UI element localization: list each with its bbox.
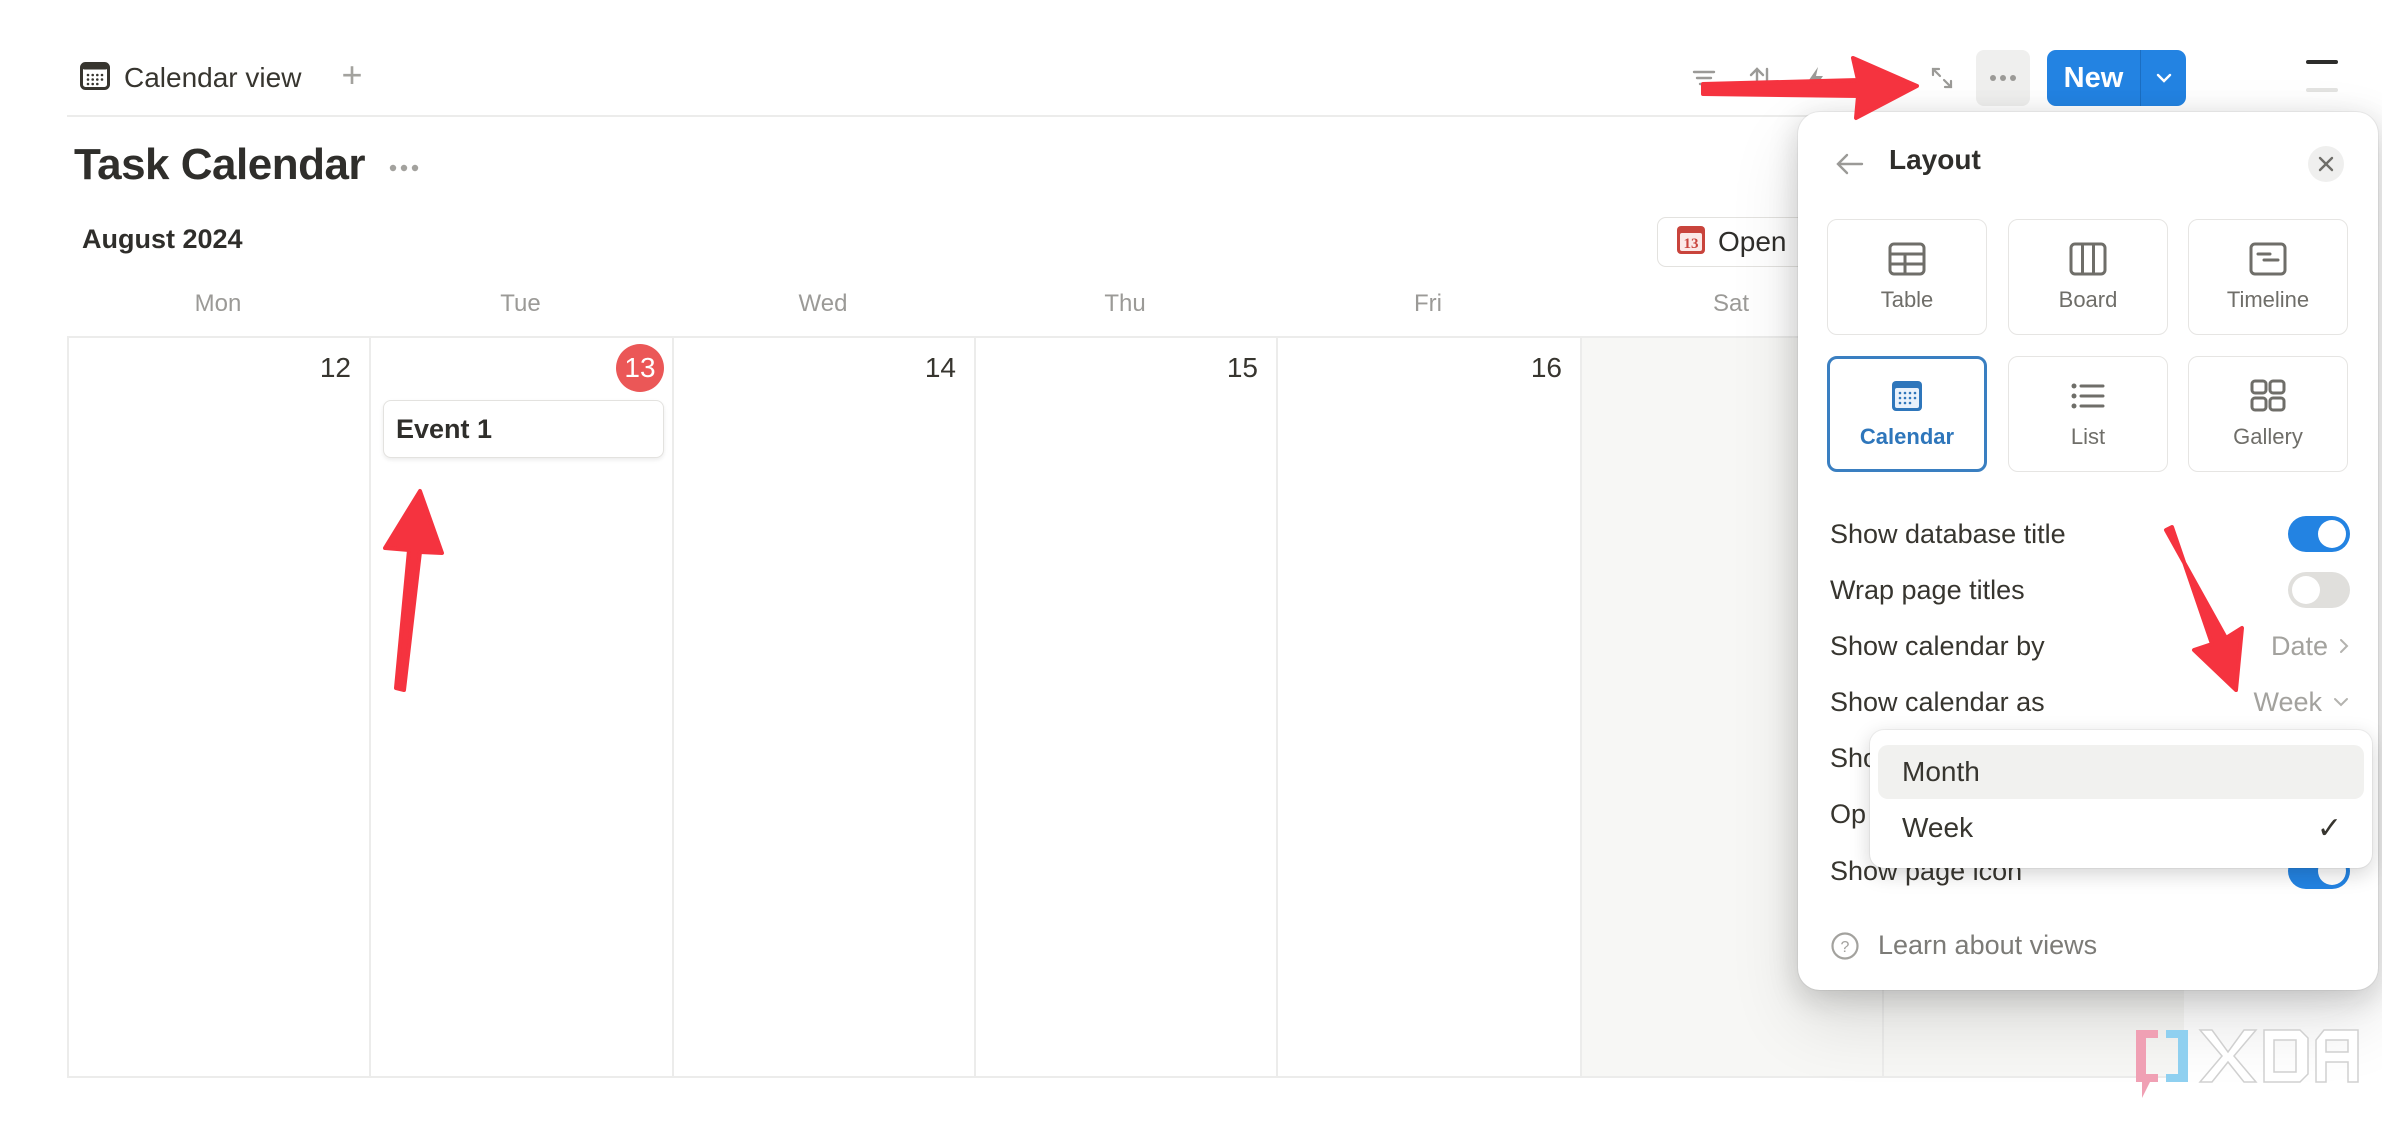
wrap-page-titles-toggle[interactable]: [2288, 572, 2350, 608]
day-header-thu: Thu: [1104, 290, 1146, 317]
dropdown-option-week[interactable]: Week ✓: [1878, 801, 2364, 855]
table-icon: [1888, 242, 1926, 276]
more-horizontal-icon: [389, 164, 419, 172]
check-icon: ✓: [2316, 811, 2342, 845]
new-options-button[interactable]: [2140, 50, 2186, 106]
list-icon: [2071, 383, 2105, 409]
setting-show-calendar-by[interactable]: Show calendar by Date: [1830, 624, 2350, 668]
menu-line-icon: [2306, 88, 2338, 92]
calendar-icon: [1892, 381, 1922, 411]
xda-logo: [2136, 1029, 2359, 1098]
layout-option-label: List: [2070, 424, 2106, 449]
layout-option-table[interactable]: Table: [1827, 219, 1987, 335]
day-cell-fri[interactable]: 16: [1278, 338, 1582, 1076]
calendar-as-dropdown: Month Week ✓: [1870, 730, 2372, 868]
day-cell-mon[interactable]: 12: [69, 338, 371, 1076]
expand-icon: [1931, 67, 1953, 89]
search-button[interactable]: [1856, 58, 1896, 98]
day-header-fri: Fri: [1414, 290, 1442, 317]
setting-label: Wrap page titles: [1830, 574, 2025, 605]
day-number: 14: [924, 352, 956, 383]
day-number: 16: [1530, 352, 1562, 383]
day-number: 12: [319, 352, 351, 383]
calendar-date-icon: 13: [1676, 225, 1706, 260]
close-button[interactable]: [2308, 146, 2344, 182]
learn-about-views-link[interactable]: ? Learn about views: [1830, 930, 2097, 961]
close-icon: [2318, 156, 2334, 172]
help-icon: ?: [1831, 931, 1859, 960]
panel-title: Layout: [1889, 144, 1981, 175]
month-label: August 2024: [82, 224, 243, 254]
sort-button[interactable]: [1741, 58, 1781, 98]
tab-label: Calendar view: [124, 62, 302, 93]
sort-icon: [1749, 67, 1769, 89]
layout-option-list[interactable]: List: [2008, 356, 2168, 472]
setting-wrap-page-titles[interactable]: Wrap page titles: [1830, 568, 2350, 612]
layout-option-board[interactable]: Board: [2008, 219, 2168, 335]
day-header-mon: Mon: [194, 290, 242, 317]
setting-show-calendar-as[interactable]: Show calendar as Week: [1830, 680, 2350, 724]
day-cell-thu[interactable]: 15: [976, 338, 1278, 1076]
show-database-title-toggle[interactable]: [2288, 516, 2350, 552]
lightning-icon: [1809, 67, 1823, 89]
setting-label: Show database title: [1830, 518, 2066, 549]
layout-option-gallery[interactable]: Gallery: [2188, 356, 2348, 472]
layout-option-label: Gallery: [2233, 424, 2303, 449]
search-icon: [1864, 66, 1888, 90]
dropdown-option-month[interactable]: Month: [1878, 745, 2364, 799]
setting-label: Show calendar as: [1830, 686, 2045, 717]
chevron-right-icon: [2340, 639, 2349, 653]
day-cell-wed[interactable]: 14: [674, 338, 976, 1076]
option-label: Week: [1902, 812, 1974, 843]
page-title[interactable]: Task Calendar: [74, 140, 366, 190]
more-options-button[interactable]: [1976, 50, 2030, 106]
svg-text:?: ?: [1841, 939, 1850, 956]
filter-icon: [1692, 70, 1716, 86]
board-icon: [2069, 242, 2107, 276]
day-cell-tue[interactable]: 13 Event 1: [371, 338, 674, 1076]
sidebar-toggle-button[interactable]: [2302, 54, 2342, 98]
layout-option-timeline[interactable]: Timeline: [2188, 219, 2348, 335]
add-view-button[interactable]: +: [334, 57, 370, 94]
layout-option-calendar[interactable]: Calendar: [1827, 356, 1987, 472]
tab-calendar-view[interactable]: Calendar view: [80, 56, 301, 100]
day-header-tue: Tue: [500, 290, 541, 317]
svg-text:13: 13: [1684, 236, 1699, 252]
layout-option-label: Calendar: [1859, 424, 1955, 449]
today-badge: 13: [616, 344, 664, 392]
calendar-icon: [80, 61, 110, 95]
back-button[interactable]: [1830, 146, 1870, 182]
arrow-left-icon: [1836, 153, 1864, 175]
timeline-icon: [2249, 242, 2287, 276]
setting-value: Date: [2270, 630, 2328, 661]
open-button-label: Open: [1718, 226, 1787, 257]
open-calendar-button[interactable]: 13 Open: [1657, 217, 1817, 267]
event-card[interactable]: Event 1: [383, 400, 664, 458]
filter-button[interactable]: [1684, 58, 1724, 98]
automations-button[interactable]: [1796, 58, 1836, 98]
setting-show-database-title[interactable]: Show database title: [1830, 512, 2350, 556]
layout-option-label: Timeline: [2226, 287, 2310, 312]
new-button[interactable]: New: [2047, 50, 2140, 106]
setting-label: Show calendar by: [1830, 630, 2045, 661]
learn-label: Learn about views: [1878, 930, 2098, 960]
more-horizontal-icon: [1990, 75, 2016, 81]
database-more-button[interactable]: [388, 152, 420, 184]
layout-option-label: Table: [1880, 287, 1934, 312]
option-label: Month: [1902, 756, 1980, 787]
setting-value: Week: [2253, 686, 2322, 717]
layout-panel: Layout Table Board Timeline Calendar Lis…: [1798, 112, 2378, 990]
day-number: 15: [1226, 352, 1258, 383]
chevron-down-icon: [2334, 698, 2348, 707]
expand-button[interactable]: [1922, 58, 1962, 98]
day-header-wed: Wed: [798, 290, 848, 317]
menu-line-icon: [2306, 60, 2338, 64]
chevron-down-icon: [2156, 73, 2171, 83]
layout-option-label: Board: [2058, 287, 2118, 312]
setting-label: Op: [1830, 798, 1867, 829]
gallery-icon: [2250, 379, 2286, 412]
new-button-group: New: [2047, 50, 2186, 106]
